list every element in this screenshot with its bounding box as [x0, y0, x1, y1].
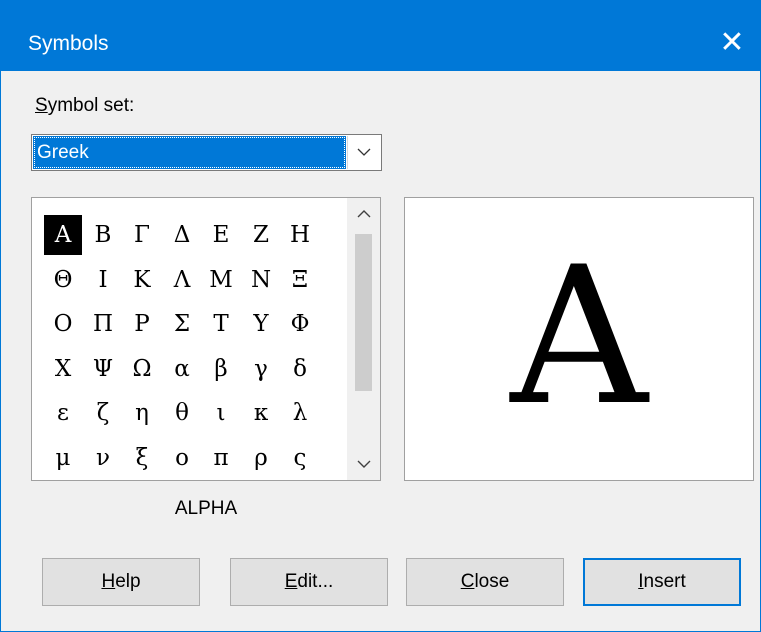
- symbol-cell[interactable]: Ι: [84, 260, 122, 300]
- title-bar: Symbols ✕: [1, 1, 760, 71]
- symbol-set-label-text: ymbol set:: [47, 95, 135, 116]
- symbol-cell[interactable]: ς: [281, 438, 319, 478]
- symbol-cell[interactable]: Φ: [281, 304, 319, 344]
- help-label: elp: [115, 571, 141, 592]
- dialog-title: Symbols: [28, 32, 109, 55]
- symbol-cell[interactable]: μ: [44, 438, 82, 478]
- symbol-cell[interactable]: Σ: [163, 304, 201, 344]
- dropdown-button[interactable]: [347, 136, 380, 169]
- symbol-cell[interactable]: δ: [281, 349, 319, 389]
- symbol-preview: Α: [404, 197, 754, 481]
- symbol-cell[interactable]: π: [202, 438, 240, 478]
- close-mnemonic: C: [460, 571, 475, 592]
- symbol-cell[interactable]: Τ: [202, 304, 240, 344]
- symbol-cell[interactable]: Ο: [44, 304, 82, 344]
- scroll-up-button[interactable]: [347, 198, 380, 230]
- scroll-thumb[interactable]: [355, 234, 372, 391]
- symbol-cell[interactable]: η: [123, 393, 161, 433]
- help-mnemonic: H: [101, 571, 116, 592]
- symbols-dialog: Symbols ✕ Symbol set: Greek ΑΒΓΔΕΖΗΘΙΚΛΜ…: [0, 0, 761, 632]
- symbol-cell[interactable]: Λ: [163, 260, 201, 300]
- character-name: ALPHA: [174, 498, 238, 519]
- symbol-set-value[interactable]: Greek: [33, 136, 346, 169]
- symbol-cell[interactable]: Ξ: [281, 260, 319, 300]
- symbol-cell[interactable]: Ζ: [242, 215, 280, 255]
- preview-glyph: Α: [510, 226, 648, 447]
- symbol-cell[interactable]: α: [163, 349, 201, 389]
- symbol-cell[interactable]: Ε: [202, 215, 240, 255]
- chevron-up-icon: [357, 210, 371, 218]
- chevron-down-icon: [357, 460, 371, 468]
- symbol-grid[interactable]: ΑΒΓΔΕΖΗ ΘΙΚΛΜΝΞ ΟΠΡΣΤΥΦ ΧΨΩαβγδ εζηθικλ μνξοπ…: [31, 197, 381, 481]
- scroll-down-button[interactable]: [347, 448, 380, 480]
- symbol-cell[interactable]: ι: [202, 393, 240, 433]
- symbol-cell[interactable]: β: [202, 349, 240, 389]
- symbol-cell[interactable]: κ: [242, 393, 280, 433]
- symbol-cell[interactable]: θ: [163, 393, 201, 433]
- insert-button[interactable]: Insert: [583, 558, 741, 606]
- symbol-cell[interactable]: Π: [84, 304, 122, 344]
- symbol-set-label-mnemonic: S: [35, 95, 48, 116]
- symbol-cell[interactable]: λ: [281, 393, 319, 433]
- symbol-set-label: Symbol set:: [35, 95, 134, 117]
- symbol-cell[interactable]: γ: [242, 349, 280, 389]
- symbol-cell[interactable]: Ψ: [84, 349, 122, 389]
- symbol-cell[interactable]: Γ: [123, 215, 161, 255]
- symbol-cell[interactable]: Β: [84, 215, 122, 255]
- symbol-cell-selected[interactable]: Α: [44, 215, 82, 255]
- symbol-cell[interactable]: ν: [84, 438, 122, 478]
- symbol-cell[interactable]: ζ: [84, 393, 122, 433]
- close-icon[interactable]: ✕: [712, 23, 752, 63]
- close-button[interactable]: Close: [406, 558, 564, 606]
- symbol-cell[interactable]: Μ: [202, 260, 240, 300]
- symbol-cell[interactable]: Ω: [123, 349, 161, 389]
- symbol-cell[interactable]: ο: [163, 438, 201, 478]
- chevron-down-icon: [357, 148, 371, 156]
- symbol-cell[interactable]: ρ: [242, 438, 280, 478]
- symbol-cell[interactable]: ε: [44, 393, 82, 433]
- symbol-cell[interactable]: Χ: [44, 349, 82, 389]
- symbol-cell[interactable]: Η: [281, 215, 319, 255]
- edit-label: dit...: [297, 571, 334, 592]
- insert-label: nsert: [643, 571, 686, 592]
- symbol-cell[interactable]: Ρ: [123, 304, 161, 344]
- symbol-cell[interactable]: Ν: [242, 260, 280, 300]
- edit-mnemonic: E: [284, 571, 298, 592]
- symbol-cell[interactable]: ξ: [123, 438, 161, 478]
- symbol-cell[interactable]: Θ: [44, 260, 82, 300]
- symbol-set-dropdown[interactable]: Greek: [31, 134, 382, 171]
- vertical-scrollbar[interactable]: [347, 198, 380, 480]
- help-button[interactable]: Help: [42, 558, 200, 606]
- symbol-cell[interactable]: Υ: [242, 304, 280, 344]
- symbol-cell[interactable]: Κ: [123, 260, 161, 300]
- symbol-cell[interactable]: Δ: [163, 215, 201, 255]
- close-label: lose: [474, 571, 510, 592]
- edit-button[interactable]: Edit...: [230, 558, 388, 606]
